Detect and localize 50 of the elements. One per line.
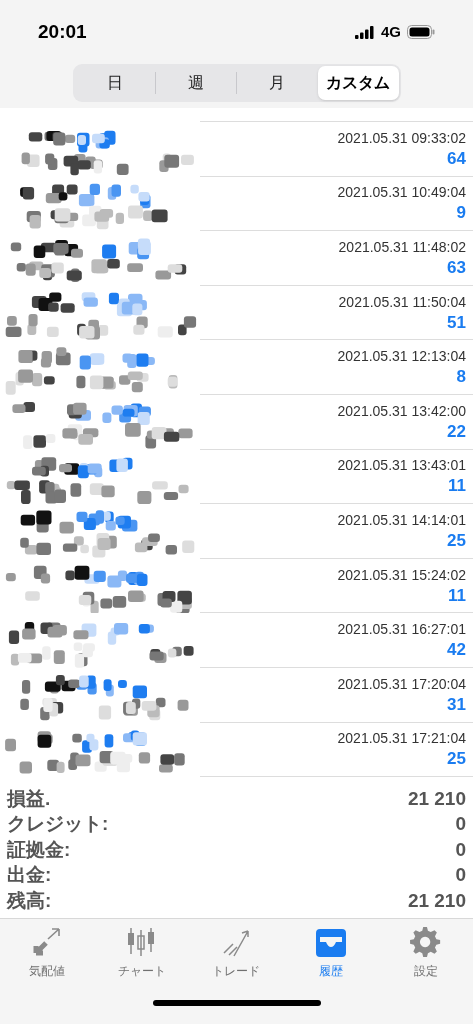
deal-profit: 9 bbox=[456, 202, 466, 225]
deal-profit: 64 bbox=[447, 147, 466, 170]
summary-value: 0 bbox=[455, 812, 466, 837]
deal-time: 2021.05.31 09:33:02 bbox=[337, 128, 466, 148]
segment-tab[interactable]: 月 bbox=[237, 66, 318, 100]
segment-tab[interactable]: 週 bbox=[155, 66, 236, 100]
inbox-tray-icon[interactable] bbox=[315, 926, 347, 958]
deal-time: 2021.05.31 13:43:01 bbox=[337, 456, 466, 476]
deal-time: 2021.05.31 16:27:01 bbox=[337, 620, 466, 640]
deal-profit: 63 bbox=[447, 257, 466, 279]
segment-tab[interactable]: カスタム bbox=[318, 66, 399, 100]
tab-bar-label[interactable]: チャート bbox=[117, 961, 166, 980]
summary-label: 出金: bbox=[7, 863, 52, 888]
summary-value: 21 210 bbox=[407, 888, 466, 913]
summary-label: 証拠金: bbox=[7, 837, 71, 862]
settings-icon[interactable] bbox=[410, 926, 442, 958]
deal-profit: 42 bbox=[447, 639, 466, 662]
tab-bar-label[interactable]: 設定 bbox=[413, 961, 438, 980]
deal-profit: 51 bbox=[447, 311, 466, 334]
deal-time: 2021.05.31 17:21:04 bbox=[337, 729, 466, 749]
tab-bar-label[interactable]: 気配値 bbox=[29, 961, 66, 980]
deal-time: 2021.05.31 13:42:00 bbox=[337, 401, 466, 421]
deal-profit: 25 bbox=[447, 748, 466, 771]
deal-profit: 31 bbox=[447, 693, 466, 716]
tab-bar-label[interactable]: 履歴 bbox=[319, 961, 344, 980]
summary-value: 21 210 bbox=[407, 786, 466, 811]
summary-value: 0 bbox=[455, 837, 466, 862]
deal-time: 2021.05.31 11:48:02 bbox=[338, 238, 466, 257]
deal-time: 2021.05.31 12:13:04 bbox=[337, 347, 466, 367]
summary-value: 0 bbox=[455, 863, 466, 888]
deal-profit: 8 bbox=[456, 366, 466, 389]
summary-label: 残高: bbox=[7, 888, 52, 913]
deal-time: 2021.05.31 11:50:04 bbox=[338, 292, 466, 312]
network-label: 4G bbox=[381, 21, 401, 42]
deal-time: 2021.05.31 17:20:04 bbox=[337, 674, 466, 694]
summary-label: クレジット: bbox=[7, 812, 109, 837]
battery-icon bbox=[407, 25, 435, 39]
tab-bar-label[interactable]: トレード bbox=[212, 961, 261, 980]
deal-profit: 11 bbox=[448, 475, 466, 498]
deal-profit: 11 bbox=[448, 584, 466, 607]
segment-tab[interactable]: 日 bbox=[74, 66, 155, 100]
deal-profit: 22 bbox=[447, 420, 466, 443]
deal-time: 2021.05.31 14:14:01 bbox=[337, 510, 466, 530]
deal-profit: 25 bbox=[447, 529, 466, 552]
deal-time: 2021.05.31 15:24:02 bbox=[337, 565, 466, 585]
summary-label: 損益. bbox=[7, 786, 51, 811]
status-time: 20:01 bbox=[38, 19, 87, 44]
quotes-arrows-icon[interactable] bbox=[31, 926, 63, 958]
deal-time: 2021.05.31 10:49:04 bbox=[337, 183, 466, 203]
signal-icon bbox=[355, 25, 375, 39]
